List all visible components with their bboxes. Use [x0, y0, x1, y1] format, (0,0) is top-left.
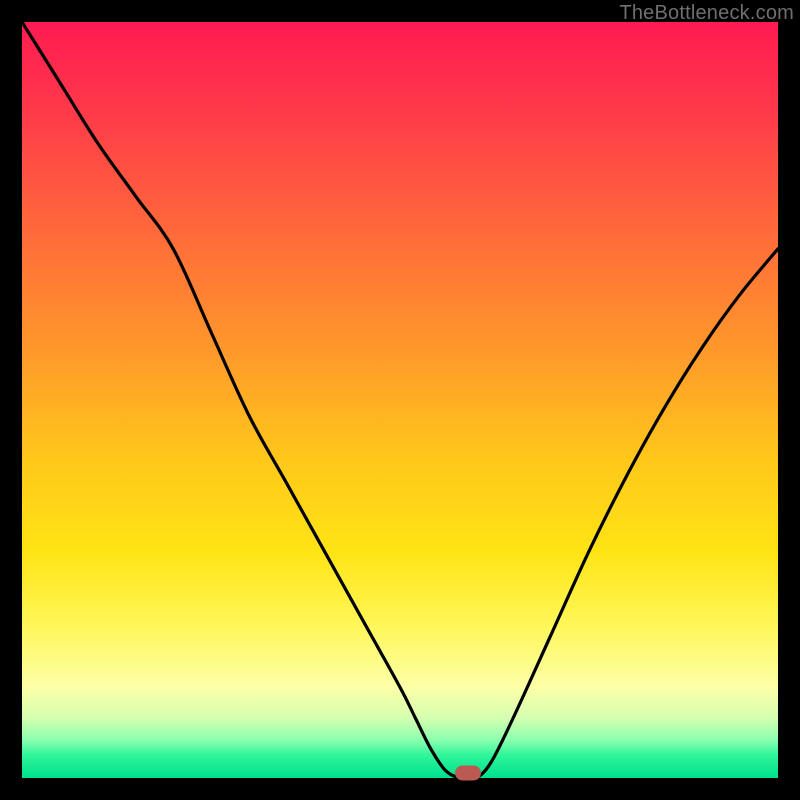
chart-frame: TheBottleneck.com [0, 0, 800, 800]
bottleneck-curve [22, 22, 778, 778]
optimal-point-marker [455, 766, 481, 781]
watermark-text: TheBottleneck.com [619, 2, 794, 25]
chart-plot-area [22, 22, 778, 778]
